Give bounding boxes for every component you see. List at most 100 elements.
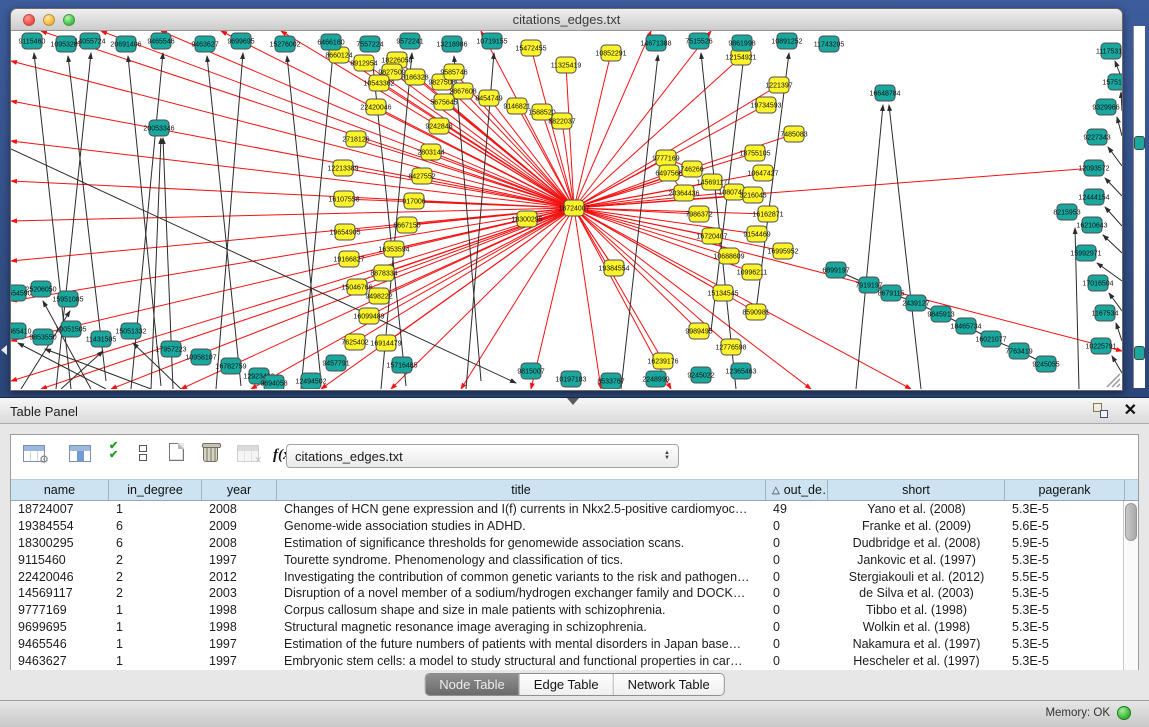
delete-table-icon[interactable] bbox=[237, 445, 259, 462]
show-columns-icon[interactable] bbox=[69, 445, 91, 462]
table-row[interactable]: 977716911998Corpus callosum shape and si… bbox=[11, 602, 1138, 619]
table-row[interactable]: 946362711997Embryonic stem cells: a mode… bbox=[11, 653, 1138, 670]
table-cell[interactable]: 1 bbox=[109, 602, 202, 619]
table-cell[interactable]: 2 bbox=[109, 585, 202, 602]
table-cell[interactable]: Hescheler et al. (1997) bbox=[828, 653, 1005, 670]
table-cell[interactable]: Genome-wide association studies in ADHD. bbox=[277, 518, 766, 535]
table-cell[interactable]: 18300295 bbox=[11, 535, 109, 552]
table-row[interactable]: 969969511998Structural magnetic resonanc… bbox=[11, 619, 1138, 636]
table-row[interactable]: 1830029562008Estimation of significance … bbox=[11, 535, 1138, 552]
column-header-year[interactable]: year bbox=[202, 480, 277, 500]
table-cell[interactable]: Franke et al. (2009) bbox=[828, 518, 1005, 535]
table-cell[interactable]: 1 bbox=[109, 653, 202, 670]
table-cell[interactable]: 5.3E-5 bbox=[1005, 501, 1125, 518]
new-column-icon[interactable] bbox=[169, 443, 184, 461]
table-cell[interactable]: Tourette syndrome. Phenomenology and cla… bbox=[277, 552, 766, 569]
table-cell[interactable]: de Silva et al. (2003) bbox=[828, 585, 1005, 602]
table-cell[interactable]: 5.3E-5 bbox=[1005, 585, 1125, 602]
panel-collapse-arrow-icon[interactable] bbox=[1, 345, 7, 355]
table-cell[interactable]: 2008 bbox=[202, 535, 277, 552]
table-cell[interactable]: 2003 bbox=[202, 585, 277, 602]
table-cell[interactable]: 6 bbox=[109, 535, 202, 552]
column-header-in_degree[interactable]: in_degree bbox=[109, 480, 202, 500]
table-cell[interactable]: 9777169 bbox=[11, 602, 109, 619]
table-mode-icon[interactable]: ⚙ bbox=[23, 445, 45, 462]
table-cell[interactable]: Nakamura et al. (1997) bbox=[828, 636, 1005, 653]
select-columns-icon[interactable]: ✔✔ bbox=[109, 442, 116, 460]
table-select-dropdown[interactable]: citations_edges.txt ▲▼ bbox=[286, 444, 679, 468]
delete-column-icon[interactable] bbox=[203, 444, 218, 462]
table-cell[interactable]: 9465546 bbox=[11, 636, 109, 653]
table-cell[interactable]: 0 bbox=[766, 569, 828, 586]
table-cell[interactable]: 1997 bbox=[202, 636, 277, 653]
table-cell[interactable]: 0 bbox=[766, 535, 828, 552]
table-cell[interactable]: 0 bbox=[766, 636, 828, 653]
table-cell[interactable]: 2008 bbox=[202, 501, 277, 518]
table-cell[interactable]: 0 bbox=[766, 585, 828, 602]
network-graph-canvas[interactable]: 1872400786601248912954182260589827509105… bbox=[11, 31, 1122, 389]
table-cell[interactable]: 5.3E-5 bbox=[1005, 653, 1125, 670]
table-cell[interactable]: 0 bbox=[766, 653, 828, 670]
table-cell[interactable]: 1998 bbox=[202, 619, 277, 636]
table-cell[interactable]: 1 bbox=[109, 619, 202, 636]
table-cell[interactable]: 49 bbox=[766, 501, 828, 518]
table-cell[interactable]: Structural magnetic resonance image aver… bbox=[277, 619, 766, 636]
table-cell[interactable]: 2009 bbox=[202, 518, 277, 535]
table-cell[interactable]: Dudbridge et al. (2008) bbox=[828, 535, 1005, 552]
close-panel-icon[interactable]: ✕ bbox=[1124, 403, 1137, 418]
table-cell[interactable]: 2 bbox=[109, 569, 202, 586]
citation-network-graph[interactable]: 1872400786601248912954182260589827509105… bbox=[11, 31, 1122, 389]
tab-network-table[interactable]: Network Table bbox=[614, 674, 724, 695]
table-cell[interactable]: 5.3E-5 bbox=[1005, 619, 1125, 636]
float-panel-icon[interactable] bbox=[1093, 403, 1108, 418]
memory-ok-indicator-icon[interactable] bbox=[1117, 706, 1131, 720]
table-cell[interactable]: 5.3E-5 bbox=[1005, 552, 1125, 569]
table-cell[interactable]: 5.3E-5 bbox=[1005, 636, 1125, 653]
table-cell[interactable]: Embryonic stem cells: a model to study s… bbox=[277, 653, 766, 670]
table-cell[interactable]: 0 bbox=[766, 552, 828, 569]
table-cell[interactable]: Tibbo et al. (1998) bbox=[828, 602, 1005, 619]
table-row[interactable]: 1456911722003Disruption of a novel membe… bbox=[11, 585, 1138, 602]
table-cell[interactable]: 2012 bbox=[202, 569, 277, 586]
table-cell[interactable]: 0 bbox=[766, 518, 828, 535]
table-cell[interactable]: 1997 bbox=[202, 653, 277, 670]
table-cell[interactable]: 9463627 bbox=[11, 653, 109, 670]
table-cell[interactable]: Wolkin et al. (1998) bbox=[828, 619, 1005, 636]
table-row[interactable]: 1872400712008Changes of HCN gene express… bbox=[11, 501, 1138, 518]
table-cell[interactable]: 0 bbox=[766, 619, 828, 636]
table-cell[interactable]: 19384554 bbox=[11, 518, 109, 535]
table-cell[interactable]: Yano et al. (2008) bbox=[828, 501, 1005, 518]
column-header-pagerank[interactable]: pagerank bbox=[1005, 480, 1125, 500]
table-cell[interactable]: 5.5E-5 bbox=[1005, 569, 1125, 586]
scrollbar-thumb[interactable] bbox=[1125, 503, 1137, 541]
tab-edge-table[interactable]: Edge Table bbox=[520, 674, 614, 695]
table-cell[interactable]: 1 bbox=[109, 501, 202, 518]
table-cell[interactable]: 1 bbox=[109, 636, 202, 653]
table-cell[interactable]: 18724007 bbox=[11, 501, 109, 518]
table-cell[interactable]: 9699695 bbox=[11, 619, 109, 636]
table-cell[interactable]: Stergiakouli et al. (2012) bbox=[828, 569, 1005, 586]
table-cell[interactable]: Corpus callosum shape and size in male p… bbox=[277, 602, 766, 619]
column-header-name[interactable]: name bbox=[11, 480, 109, 500]
table-cell[interactable]: Investigating the contribution of common… bbox=[277, 569, 766, 586]
table-cell[interactable]: Disruption of a novel member of a sodium… bbox=[277, 585, 766, 602]
tab-node-table[interactable]: Node Table bbox=[425, 674, 520, 695]
table-row[interactable]: 911546021997Tourette syndrome. Phenomeno… bbox=[11, 552, 1138, 569]
table-cell[interactable]: 5.3E-5 bbox=[1005, 602, 1125, 619]
table-cell[interactable]: 5.6E-5 bbox=[1005, 518, 1125, 535]
table-cell[interactable]: 2 bbox=[109, 552, 202, 569]
table-cell[interactable]: 1998 bbox=[202, 602, 277, 619]
table-cell[interactable]: Jankovic et al. (1997) bbox=[828, 552, 1005, 569]
network-window[interactable]: citations_edges.txt 18724007866012489129… bbox=[10, 8, 1123, 391]
column-header-title[interactable]: title bbox=[277, 480, 766, 500]
column-header-out_de[interactable]: △out_de… bbox=[766, 480, 828, 500]
table-row[interactable]: 2242004622012Investigating the contribut… bbox=[11, 569, 1138, 586]
table-row[interactable]: 1938455462009Genome-wide association stu… bbox=[11, 518, 1138, 535]
network-window-titlebar[interactable]: citations_edges.txt bbox=[11, 9, 1122, 31]
table-cell[interactable]: Estimation of significance thresholds fo… bbox=[277, 535, 766, 552]
row-height-icon[interactable] bbox=[139, 445, 147, 461]
table-row[interactable]: 946554611997Estimation of the future num… bbox=[11, 636, 1138, 653]
table-cell[interactable]: 14569117 bbox=[11, 585, 109, 602]
table-cell[interactable]: 6 bbox=[109, 518, 202, 535]
table-cell[interactable]: Estimation of the future numbers of pati… bbox=[277, 636, 766, 653]
